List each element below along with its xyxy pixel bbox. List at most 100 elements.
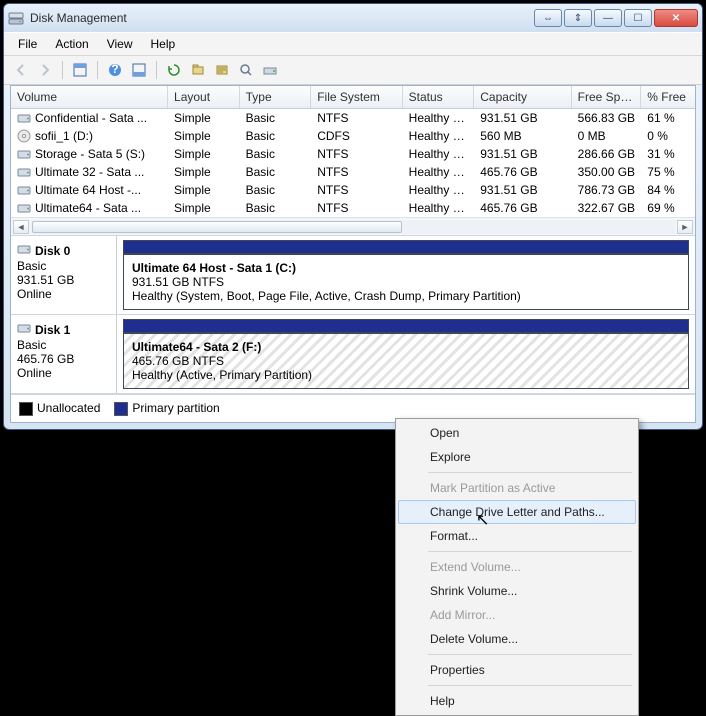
context-item[interactable]: Open: [398, 421, 636, 445]
volume-fs: NTFS: [311, 110, 402, 126]
close-button[interactable]: ✕: [654, 9, 698, 27]
volume-layout: Simple: [168, 128, 240, 144]
volume-free: 286.66 GB: [572, 146, 642, 162]
hscrollbar[interactable]: ◄ ►: [11, 217, 695, 235]
volume-pctfree: 69 %: [641, 200, 695, 216]
partition-sub: 465.76 GB NTFS: [132, 354, 680, 368]
scroll-left-button[interactable]: ◄: [13, 220, 29, 234]
context-separator: [428, 472, 632, 473]
volume-row[interactable]: Ultimate 32 - Sata ...SimpleBasicNTFSHea…: [11, 163, 695, 181]
volume-free: 566.83 GB: [572, 110, 642, 126]
partition-sub: 931.51 GB NTFS: [132, 275, 680, 289]
partition-health: Healthy (System, Boot, Page File, Active…: [132, 289, 680, 303]
volume-capacity: 465.76 GB: [474, 200, 571, 216]
disk-info[interactable]: Disk 0Basic931.51 GBOnline: [11, 236, 117, 314]
menu-action[interactable]: Action: [47, 35, 96, 53]
volume-fs: NTFS: [311, 164, 402, 180]
context-item[interactable]: Format...: [398, 524, 636, 548]
context-item[interactable]: Delete Volume...: [398, 627, 636, 651]
context-item[interactable]: Explore: [398, 445, 636, 469]
col-volume[interactable]: Volume: [11, 86, 168, 108]
expand-v-button[interactable]: ⇕: [564, 9, 592, 27]
col-capacity[interactable]: Capacity: [474, 86, 571, 108]
context-menu[interactable]: OpenExplore Mark Partition as ActiveChang…: [395, 418, 639, 716]
context-item[interactable]: Help: [398, 689, 636, 713]
volume-type: Basic: [240, 110, 312, 126]
context-item: Mark Partition as Active: [398, 476, 636, 500]
menu-file[interactable]: File: [10, 35, 45, 53]
col-free[interactable]: Free Spa...: [572, 86, 642, 108]
refresh-button[interactable]: [163, 59, 185, 81]
action-button[interactable]: [235, 59, 257, 81]
volume-name: Ultimate 64 Host -...: [35, 183, 141, 197]
context-separator: [428, 685, 632, 686]
volume-layout: Simple: [168, 200, 240, 216]
volume-free: 786.73 GB: [572, 182, 642, 198]
disk-status: Online: [17, 287, 110, 301]
drive-icon: [17, 165, 31, 179]
col-filesystem[interactable]: File System: [311, 86, 402, 108]
scroll-thumb[interactable]: [32, 221, 402, 233]
volume-status: Healthy (P...: [403, 164, 475, 180]
volume-pctfree: 31 %: [641, 146, 695, 162]
scroll-right-button[interactable]: ►: [677, 220, 693, 234]
col-status[interactable]: Status: [403, 86, 475, 108]
volume-type: Basic: [240, 164, 312, 180]
disk-name: Disk 0: [17, 242, 110, 259]
context-separator: [428, 551, 632, 552]
minimize-button[interactable]: —: [594, 9, 622, 27]
settings-button[interactable]: [259, 59, 281, 81]
context-item[interactable]: Change Drive Letter and Paths...: [398, 500, 636, 524]
volume-pctfree: 75 %: [641, 164, 695, 180]
menu-view[interactable]: View: [99, 35, 141, 53]
volume-list[interactable]: Confidential - Sata ...SimpleBasicNTFSHe…: [11, 109, 695, 217]
volume-type: Basic: [240, 128, 312, 144]
volume-free: 322.67 GB: [572, 200, 642, 216]
context-item[interactable]: Shrink Volume...: [398, 579, 636, 603]
app-icon: [8, 10, 24, 26]
col-type[interactable]: Type: [240, 86, 312, 108]
back-button: [10, 59, 32, 81]
drive-icon: [17, 183, 31, 197]
volume-row[interactable]: Confidential - Sata ...SimpleBasicNTFSHe…: [11, 109, 695, 127]
maximize-button[interactable]: ☐: [624, 9, 652, 27]
volume-type: Basic: [240, 146, 312, 162]
volume-name: sofii_1 (D:): [35, 129, 93, 143]
view-top-button[interactable]: [69, 59, 91, 81]
partition-box[interactable]: Ultimate 64 Host - Sata 1 (C:)931.51 GB …: [123, 254, 689, 310]
rescan-button[interactable]: [187, 59, 209, 81]
volume-name: Ultimate64 - Sata ...: [35, 201, 141, 215]
disk-icon: [17, 242, 31, 259]
scroll-track[interactable]: [31, 220, 675, 234]
volume-status: Healthy (A...: [403, 110, 475, 126]
volume-name: Ultimate 32 - Sata ...: [35, 165, 144, 179]
volume-capacity: 931.51 GB: [474, 146, 571, 162]
disk-row: Disk 1Basic465.76 GBOnlineUltimate64 - S…: [11, 315, 695, 394]
volume-name: Storage - Sata 5 (S:): [35, 147, 145, 161]
col-pctfree[interactable]: % Free: [641, 86, 695, 108]
volume-row[interactable]: sofii_1 (D:)SimpleBasicCDFSHealthy (P...…: [11, 127, 695, 145]
volume-row[interactable]: Ultimate 64 Host -...SimpleBasicNTFSHeal…: [11, 181, 695, 199]
col-layout[interactable]: Layout: [168, 86, 240, 108]
volume-row[interactable]: Ultimate64 - Sata ...SimpleBasicNTFSHeal…: [11, 199, 695, 217]
drive-icon: [17, 201, 31, 215]
context-separator: [428, 654, 632, 655]
volume-pctfree: 61 %: [641, 110, 695, 126]
volume-fs: NTFS: [311, 146, 402, 162]
volume-fs: NTFS: [311, 200, 402, 216]
context-item[interactable]: Properties: [398, 658, 636, 682]
legend-primary: Primary partition: [114, 401, 219, 416]
help-button[interactable]: ?: [104, 59, 126, 81]
view-bottom-button[interactable]: [128, 59, 150, 81]
expand-h-button[interactable]: ⇔: [534, 9, 562, 27]
forward-button: [34, 59, 56, 81]
partition-bar: [123, 319, 689, 333]
partition-box[interactable]: Ultimate64 - Sata 2 (F:)465.76 GB NTFSHe…: [123, 333, 689, 389]
properties-button[interactable]: [211, 59, 233, 81]
volume-row[interactable]: Storage - Sata 5 (S:)SimpleBasicNTFSHeal…: [11, 145, 695, 163]
disk-info[interactable]: Disk 1Basic465.76 GBOnline: [11, 315, 117, 393]
titlebar[interactable]: Disk Management ⇔ ⇕ — ☐ ✕: [4, 4, 702, 32]
legend-unallocated: Unallocated: [19, 401, 100, 416]
menu-help[interactable]: Help: [143, 35, 184, 53]
disk-size: 931.51 GB: [17, 273, 110, 287]
